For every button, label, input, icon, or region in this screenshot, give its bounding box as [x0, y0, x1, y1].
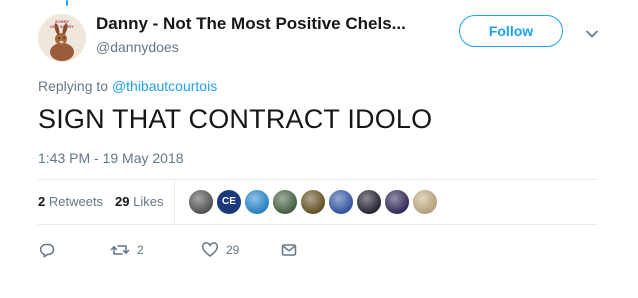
- liker-avatar-3[interactable]: [244, 189, 270, 215]
- reply-icon: [39, 243, 55, 258]
- tweet-header: SORRY NOT SORRY Danny - Not The Most Pos…: [38, 12, 608, 64]
- liker-avatar-9[interactable]: [412, 189, 438, 215]
- envelope-icon: [281, 244, 297, 256]
- liker-avatar-1[interactable]: [188, 189, 214, 215]
- liker-avatar-8-shade: [385, 190, 409, 214]
- like-count: 29: [226, 243, 240, 257]
- reply-button[interactable]: [38, 238, 63, 262]
- tweet-actions: 2 29: [38, 238, 598, 262]
- liker-avatar-3-shade: [245, 190, 269, 214]
- thread-connector-line: [66, 0, 68, 6]
- retweets-label: Retweets: [48, 194, 104, 209]
- author-display-name[interactable]: Danny - Not The Most Positive Chels...: [96, 14, 406, 34]
- likes-stat[interactable]: 29 Likes: [115, 194, 163, 209]
- follow-button[interactable]: Follow: [459, 15, 563, 47]
- tweet-timestamp[interactable]: 1:43 PM - 19 May 2018: [38, 150, 184, 166]
- liker-avatar-5[interactable]: [300, 189, 326, 215]
- liker-avatar-8[interactable]: [384, 189, 410, 215]
- retweets-stat[interactable]: 2 Retweets: [38, 194, 103, 209]
- like-button[interactable]: 29: [201, 238, 239, 262]
- liker-avatar-5-shade: [301, 190, 325, 214]
- avatar-illustration: [50, 23, 74, 61]
- direct-message-button[interactable]: [280, 238, 298, 262]
- liker-avatar-6-shade: [329, 190, 353, 214]
- stats-bottom-divider: [38, 224, 598, 225]
- liker-avatar-6[interactable]: [328, 189, 354, 215]
- heart-icon: [202, 242, 218, 257]
- stats-separator: [174, 180, 175, 224]
- likes-label: Likes: [133, 194, 164, 209]
- author-handle[interactable]: @dannydoes: [96, 39, 179, 55]
- retweets-count: 2: [38, 194, 46, 209]
- retweet-button[interactable]: 2: [110, 238, 144, 262]
- retweet-count: 2: [137, 243, 144, 257]
- replying-to-mention[interactable]: @thibautcourtois: [112, 78, 217, 94]
- liker-avatar-1-shade: [189, 190, 213, 214]
- replying-to: Replying to @thibautcourtois: [38, 78, 217, 94]
- likes-count: 29: [115, 194, 130, 209]
- liker-avatar-7[interactable]: [356, 189, 382, 215]
- liker-avatar-7-shade: [357, 190, 381, 214]
- tweet-stats: 2 Retweets 29 Likes CE: [38, 180, 598, 224]
- liker-avatar-9-shade: [413, 190, 437, 214]
- liker-avatar-4[interactable]: [272, 189, 298, 215]
- replying-to-prefix: Replying to: [38, 78, 112, 94]
- tweet-text: SIGN THAT CONTRACT IDOLO: [38, 104, 433, 134]
- liker-avatar-2-text: CE: [222, 196, 236, 207]
- chevron-down-icon[interactable]: [583, 25, 601, 43]
- retweet-icon: [110, 245, 130, 255]
- liker-avatar-4-shade: [273, 190, 297, 214]
- author-avatar[interactable]: SORRY NOT SORRY: [38, 14, 86, 62]
- liker-avatar-2[interactable]: CE: [216, 189, 242, 215]
